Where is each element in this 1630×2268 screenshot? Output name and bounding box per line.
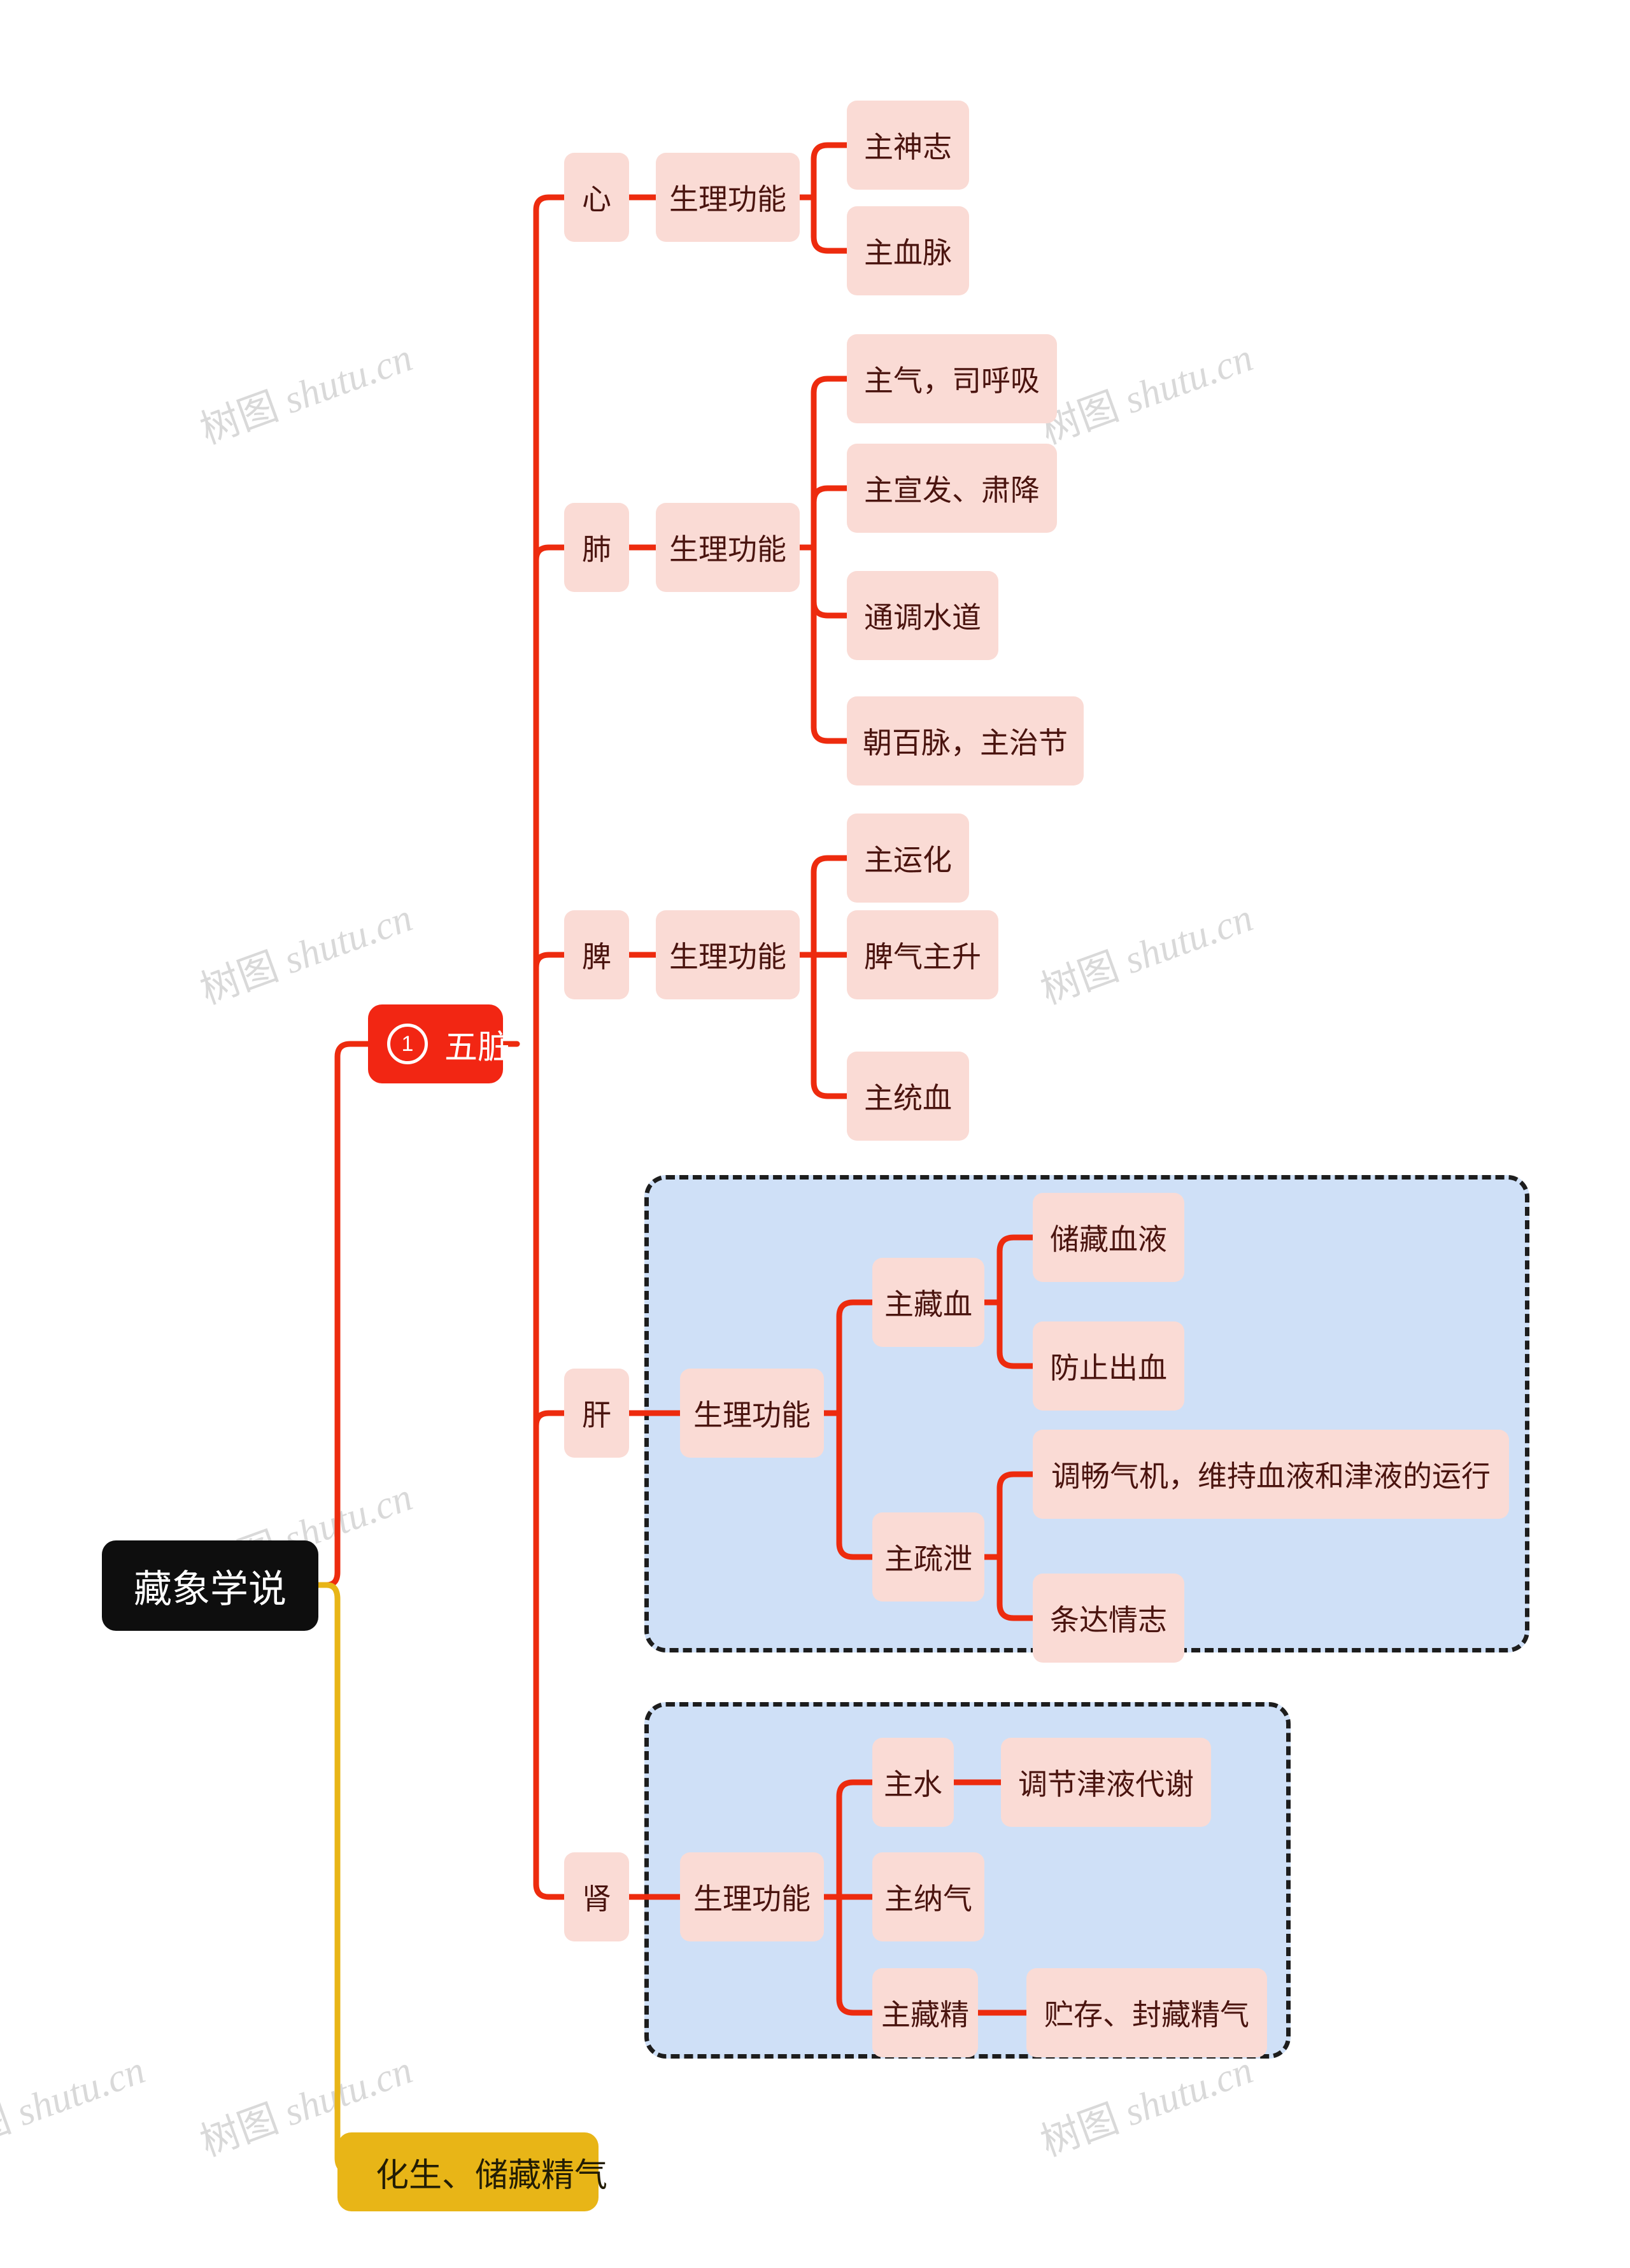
organ-node-fei[interactable]: 肺 <box>564 503 629 592</box>
organ-node-shen[interactable]: 肾 <box>564 1852 629 1941</box>
sub-node-shen-2[interactable]: 主纳气 <box>872 1852 984 1941</box>
mindmap-canvas: 树图 shutu.cn 树图 shutu.cn 树图 shutu.cn 树图 s… <box>0 0 1630 2268</box>
branch-node-huasheng[interactable]: 化生、储藏精气 <box>337 2132 607 2211</box>
link-root-huasheng <box>315 1582 372 2175</box>
leaf-label-gan-1a: 储藏血液 <box>1050 1223 1167 1256</box>
link-spine-fei <box>533 544 567 563</box>
organ-node-pi[interactable]: 脾 <box>564 910 629 999</box>
leaf-node-fei-4[interactable]: 朝百脉，主治节 <box>847 696 1084 785</box>
organ-label-fei: 肺 <box>582 533 611 566</box>
root-label: 藏象学说 <box>134 1567 287 1610</box>
sub-node-gan-1[interactable]: 主藏血 <box>872 1258 984 1347</box>
leaf-label-pi-2: 脾气主升 <box>864 940 981 973</box>
leaf-node-fei-2[interactable]: 主宣发、肃降 <box>847 444 1057 533</box>
sub-node-shen-3[interactable]: 主藏精 <box>872 1968 978 2057</box>
leaf-node-xin-2[interactable]: 主血脉 <box>847 206 969 295</box>
sub-label-shen-3: 主藏精 <box>881 1998 969 2031</box>
leaf-node-fei-1[interactable]: 主气，司呼吸 <box>847 334 1057 423</box>
leaf-label-xin-2: 主血脉 <box>864 236 952 269</box>
leaf-node-pi-1[interactable]: 主运化 <box>847 814 969 903</box>
leaf-label-shen-3a: 贮存、封藏精气 <box>1044 1998 1249 2031</box>
function-label-shen: 生理功能 <box>693 1882 811 1915</box>
leaf-label-fei-1: 主气，司呼吸 <box>864 364 1040 397</box>
leaf-node-shen-1a[interactable]: 调节津液代谢 <box>1001 1738 1211 1827</box>
leaf-label-pi-3: 主统血 <box>864 1081 952 1115</box>
organ-label-gan: 肝 <box>582 1398 611 1432</box>
function-label-xin: 生理功能 <box>669 183 786 216</box>
branch-label-wuzang: 五脏 <box>444 1029 511 1066</box>
sub-node-gan-2[interactable]: 主疏泄 <box>872 1512 984 1602</box>
link-spine-pi <box>533 952 567 971</box>
link-feifn-children <box>797 376 850 744</box>
leaf-node-pi-3[interactable]: 主统血 <box>847 1052 969 1141</box>
leaf-node-gan-1a[interactable]: 储藏血液 <box>1033 1193 1184 1282</box>
leaf-label-fei-2: 主宣发、肃降 <box>864 474 1040 507</box>
leaf-label-shen-1a: 调节津液代谢 <box>1018 1768 1194 1801</box>
leaf-node-pi-2[interactable]: 脾气主升 <box>847 910 998 999</box>
leaf-node-shen-3a[interactable]: 贮存、封藏精气 <box>1026 1968 1267 2057</box>
leaf-node-xin-1[interactable]: 主神志 <box>847 101 969 190</box>
link-root-wuzang <box>315 1041 371 1588</box>
leaf-node-fei-3[interactable]: 通调水道 <box>847 571 998 660</box>
leaf-label-fei-3: 通调水道 <box>864 601 981 634</box>
link-organ-spine <box>533 194 567 1900</box>
link-gan2-children <box>981 1471 1036 1621</box>
sub-node-shen-1[interactable]: 主水 <box>872 1738 954 1827</box>
branch-node-wuzang[interactable]: 1 五脏 <box>368 1004 511 1083</box>
branch-label-huasheng: 化生、储藏精气 <box>376 2157 608 2194</box>
organ-label-shen: 肾 <box>582 1882 611 1915</box>
leaf-node-gan-1b[interactable]: 防止出血 <box>1033 1321 1184 1411</box>
leaf-label-gan-2b: 条达情志 <box>1050 1603 1167 1637</box>
organ-node-gan[interactable]: 肝 <box>564 1369 629 1458</box>
link-spine-gan <box>533 1410 567 1429</box>
root-node[interactable]: 藏象学说 <box>102 1540 318 1631</box>
leaf-label-gan-2a: 调畅气机，维持血液和津液的运行 <box>1051 1460 1491 1493</box>
sub-label-gan-2: 主疏泄 <box>884 1542 972 1575</box>
sub-label-gan-1: 主藏血 <box>884 1288 972 1321</box>
function-node-xin[interactable]: 生理功能 <box>656 153 800 242</box>
organ-label-pi: 脾 <box>582 940 611 973</box>
leaf-label-pi-1: 主运化 <box>864 843 952 877</box>
function-node-shen[interactable]: 生理功能 <box>680 1852 824 1941</box>
function-node-pi[interactable]: 生理功能 <box>656 910 800 999</box>
link-pifn-children <box>797 855 850 1099</box>
sub-label-shen-2: 主纳气 <box>884 1882 972 1915</box>
sub-label-shen-1: 主水 <box>884 1768 942 1801</box>
link-xinfn-children <box>797 142 850 254</box>
link-shenfn-children <box>821 1779 875 2016</box>
leaf-node-gan-2b[interactable]: 条达情志 <box>1033 1574 1184 1663</box>
link-ganfn-children <box>821 1299 875 1560</box>
organ-label-xin: 心 <box>582 183 611 216</box>
link-gan1-children <box>981 1234 1036 1369</box>
organ-node-xin[interactable]: 心 <box>564 153 629 242</box>
function-node-fei[interactable]: 生理功能 <box>656 503 800 592</box>
leaf-node-gan-2a[interactable]: 调畅气机，维持血液和津液的运行 <box>1033 1430 1509 1519</box>
badge-number-icon: 1 <box>387 1024 428 1064</box>
function-label-gan: 生理功能 <box>693 1398 811 1432</box>
function-label-fei: 生理功能 <box>669 533 786 566</box>
leaf-label-fei-4: 朝百脉，主治节 <box>863 726 1068 759</box>
leaf-label-gan-1b: 防止出血 <box>1050 1351 1167 1384</box>
function-node-gan[interactable]: 生理功能 <box>680 1369 824 1458</box>
leaf-label-xin-1: 主神志 <box>864 130 952 164</box>
function-label-pi: 生理功能 <box>669 940 786 973</box>
